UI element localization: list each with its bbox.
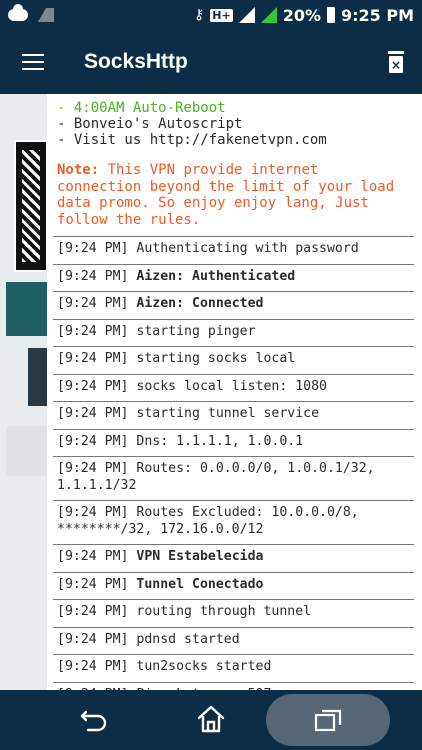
log-header: - 4:00AM Auto-Reboot - Bonveio's Autoscr…: [47, 94, 422, 228]
log-message: Authenticating with password: [136, 241, 359, 256]
back-icon[interactable]: [80, 708, 108, 732]
log-timestamp: [9:24 PM]: [57, 604, 129, 619]
network-type-badge: H+: [210, 8, 233, 22]
log-message: starting tunnel service: [136, 406, 320, 421]
log-timestamp: [9:24 PM]: [57, 351, 129, 366]
log-timestamp: [9:24 PM]: [57, 576, 129, 592]
note-body: This VPN provide internet connection bey…: [57, 162, 395, 228]
log-entry: [9:24 PM] pdnsd started: [53, 626, 414, 655]
log-timestamp: [9:24 PM]: [57, 378, 129, 394]
log-message: routing through tunnel: [136, 604, 312, 619]
log-entry: [9:24 PM] socks local listen: 1080: [53, 373, 414, 402]
log-entry: [9:24 PM] routing through tunnel: [53, 599, 414, 627]
log-list: [9:24 PM] Authenticating with password [9…: [47, 236, 422, 690]
signal-icon-2: [260, 7, 277, 23]
log-message: socks local listen: 1080: [136, 378, 327, 394]
clock: 9:25 PM: [340, 5, 414, 25]
log-entry: [9:24 PM] Tunnel Conectado: [53, 571, 414, 600]
log-entry: [9:24 PM] Aizen: Connected: [53, 291, 414, 319]
app-title: SocksHttp: [84, 50, 188, 73]
log-message: starting pinger: [136, 323, 256, 339]
cloud-icon: [8, 4, 28, 21]
log-message: pdnsd started: [136, 631, 240, 647]
log-entry: [9:24 PM] starting pinger: [53, 318, 414, 347]
log-timestamp: [9:24 PM]: [57, 323, 129, 339]
header-line: - Bonveio's Autoscript: [57, 116, 243, 132]
log-message: Aizen: Authenticated: [136, 268, 296, 284]
log-message: Dns: 1.1.1.1, 1.0.0.1: [136, 433, 304, 449]
log-timestamp: [9:24 PM]: [57, 659, 129, 674]
trash-icon[interactable]: ×: [388, 51, 404, 73]
navigation-bar: [0, 690, 422, 750]
log-timestamp: [9:24 PM]: [57, 549, 129, 564]
log-panel[interactable]: - 4:00AM Auto-Reboot - Bonveio's Autoscr…: [47, 94, 422, 690]
log-entry: [9:24 PM] Aizen: Authenticated: [53, 263, 414, 292]
log-timestamp: [9:24 PM]: [57, 296, 129, 311]
log-entry: [9:24 PM] starting tunnel service: [53, 401, 414, 429]
home-icon[interactable]: [196, 704, 226, 734]
log-timestamp: [9:24 PM]: [57, 406, 129, 421]
header-line: - 4:00AM Auto-Reboot: [57, 100, 226, 116]
log-timestamp: [9:24 PM]: [57, 505, 129, 520]
note-label: Note:: [57, 162, 100, 178]
log-message: VPN Estabelecida: [136, 549, 264, 564]
log-message: Tunnel Conectado: [136, 576, 264, 592]
app-bar: SocksHttp ×: [0, 30, 422, 94]
log-timestamp: [9:24 PM]: [57, 461, 129, 476]
log-entry: [9:24 PM] starting socks local: [53, 346, 414, 374]
log-timestamp: [9:24 PM]: [57, 268, 129, 284]
hamburger-menu-icon[interactable]: [22, 54, 44, 70]
signal-icon: [238, 7, 255, 23]
log-entry: [9:24 PM] Authenticating with password: [53, 236, 414, 264]
wifi-unknown-icon: [38, 8, 54, 22]
background-image: [14, 140, 48, 272]
log-message: tun2socks started: [136, 659, 272, 674]
log-entry: [9:24 PM] Routes Excluded: 10.0.0.0/8, *…: [53, 500, 414, 544]
recent-apps-icon: [314, 709, 342, 732]
background-teal-block: [6, 282, 48, 336]
recent-apps-button[interactable]: [266, 694, 390, 746]
status-bar: ⚷ H+ 20% 9:25 PM: [0, 0, 422, 30]
background-dark-block: [28, 348, 48, 406]
key-icon: ⚷: [193, 7, 205, 23]
log-entry: [9:24 PM] tun2socks started: [53, 654, 414, 682]
battery-percent: 20%: [282, 5, 321, 25]
log-timestamp: [9:24 PM]: [57, 631, 129, 647]
battery-icon: [326, 7, 335, 23]
log-message: Aizen: Connected: [136, 296, 264, 311]
log-timestamp: [9:24 PM]: [57, 241, 129, 256]
log-entry: [9:24 PM] Routes: 0.0.0.0/0, 1.0.0.1/32,…: [53, 456, 414, 500]
log-entry: [9:24 PM] Ping Latency: 597 ms: [53, 681, 414, 690]
log-timestamp: [9:24 PM]: [57, 433, 129, 449]
note-text: Note: This VPN provide internet connecti…: [57, 162, 410, 228]
log-entry: [9:24 PM] VPN Estabelecida: [53, 544, 414, 572]
header-line: - Visit us http://fakenetvpn.com: [57, 132, 327, 148]
log-message: starting socks local: [136, 351, 296, 366]
background-gray-block: [6, 426, 48, 476]
log-entry: [9:24 PM] Dns: 1.1.1.1, 1.0.0.1: [53, 428, 414, 457]
